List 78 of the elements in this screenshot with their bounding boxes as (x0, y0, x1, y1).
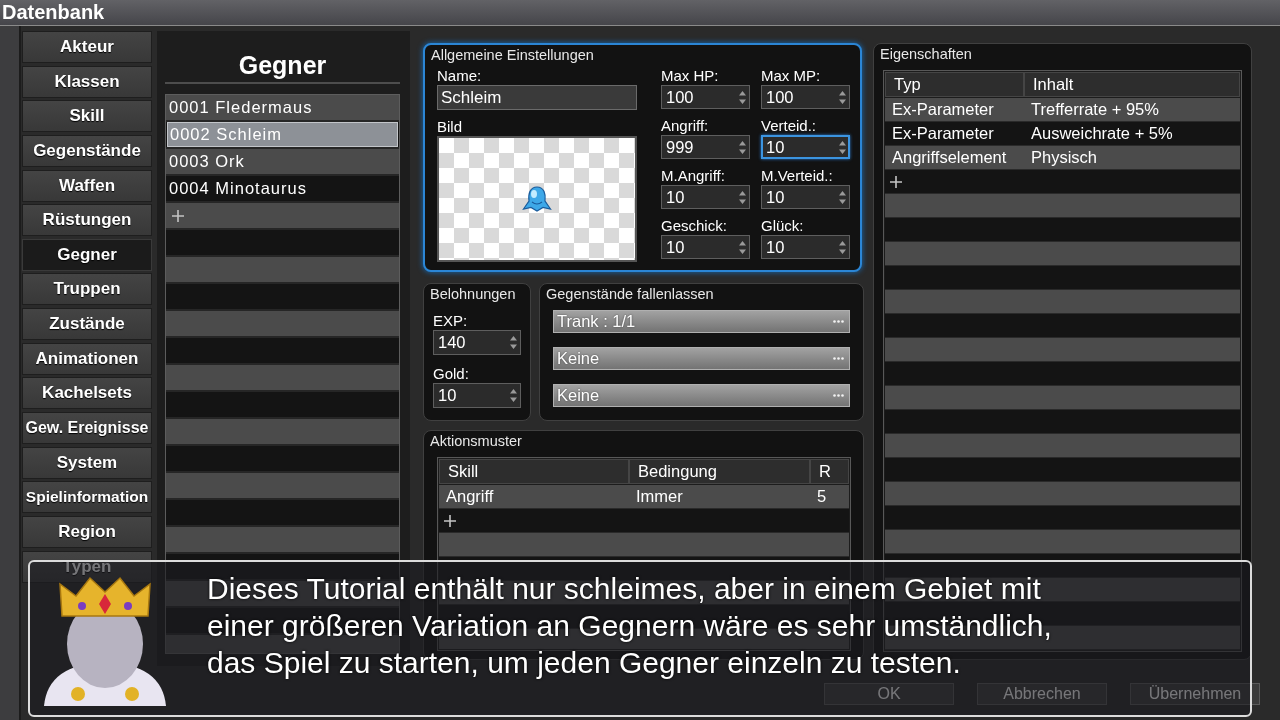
category-button[interactable]: Gew. Ereignisse (22, 412, 152, 445)
plus-icon (444, 514, 456, 527)
field-label: Gold: (433, 366, 469, 382)
column-header: R (810, 459, 849, 484)
table-cell-text: Physisch (1030, 147, 1099, 168)
spinner-arrows-icon (510, 336, 517, 349)
field-label: Name: (437, 68, 482, 84)
field-label: EXP: (433, 313, 468, 329)
spinner-arrows-icon (510, 389, 517, 402)
field-label: Max MP: (761, 68, 821, 84)
number-field[interactable]: 140 (433, 330, 521, 355)
category-button[interactable]: Kachelsets (22, 377, 152, 410)
message-text: Dieses Tutorial enthält nur schleimes, aber in einem Gebiet mit einer größeren Variation an Gegnern wäre es sehr umständlich, das Spiel zu starten, um jeden Gegner einzeln zu testen. (207, 571, 1052, 681)
category-button[interactable]: Zustände (22, 308, 152, 341)
image-preview[interactable] (437, 136, 637, 262)
table-cell-text: Ex-Parameter (891, 123, 995, 144)
field-label: Max HP: (661, 68, 719, 84)
category-button[interactable]: Rüstungen (22, 204, 152, 237)
table-cell-text: Immer (635, 486, 684, 507)
window-title: Datenbank (2, 1, 105, 24)
spinner-arrows-icon (739, 190, 746, 204)
field-label: M.Verteid.: (761, 168, 833, 184)
field-label: M.Angriff: (661, 168, 725, 184)
field-label: Geschick: (661, 218, 727, 234)
plus-icon (172, 209, 184, 222)
number-field[interactable]: 999 (661, 135, 750, 159)
panel-title: Belohnungen (429, 285, 516, 302)
category-button[interactable]: Klassen (22, 65, 152, 98)
spinner-arrows-icon (839, 140, 846, 154)
column-header: Skill (439, 459, 629, 484)
spinner-arrows-icon (739, 90, 746, 104)
panel-title: Allgemeine Einstellungen (430, 46, 594, 63)
category-button[interactable]: Skill (22, 100, 152, 133)
category-button[interactable]: Animationen (22, 342, 152, 375)
column-header: Bedingung (629, 459, 810, 484)
category-button[interactable]: Spielinformation (22, 481, 152, 514)
field-label: Glück: (761, 218, 804, 234)
list-heading: Gegner (238, 51, 327, 79)
table-cell-text: Ausweichrate + 5% (1030, 123, 1174, 144)
ellipsis-icon (833, 357, 844, 360)
field-label: Verteid.: (761, 118, 817, 134)
number-field[interactable]: 10 (433, 383, 521, 408)
category-button[interactable]: System (22, 446, 152, 479)
number-field[interactable]: 10 (761, 185, 850, 209)
category-button[interactable]: Akteur (22, 31, 152, 63)
plus-icon (890, 175, 902, 188)
category-button[interactable]: Waffen (22, 169, 152, 202)
spinner-arrows-icon (839, 190, 846, 204)
column-header: Typ (885, 72, 1024, 97)
spinner-arrows-icon (839, 90, 846, 104)
field-label: Bild (437, 119, 462, 135)
number-field[interactable]: 100 (661, 85, 750, 109)
column-header: Inhalt (1024, 72, 1240, 97)
category-button[interactable]: Region (22, 515, 152, 548)
number-field[interactable]: 10 (761, 135, 850, 159)
name-field[interactable]: Schleim (437, 85, 637, 110)
spinner-arrows-icon (739, 240, 746, 254)
field-label: Angriff: (661, 118, 709, 134)
category-button[interactable]: Gegner (22, 238, 152, 271)
table-cell-text: 5 (816, 486, 828, 507)
category-button[interactable]: Gegenstände (22, 134, 152, 167)
number-field[interactable]: 10 (761, 235, 850, 259)
category-button[interactable]: Truppen (22, 273, 152, 306)
panel-title: Gegenstände fallenlassen (545, 285, 714, 302)
table-cell-text: Angriff (445, 486, 495, 507)
blob-icon (522, 186, 552, 212)
table-cell-text: Trefferrate + 95% (1030, 99, 1160, 120)
number-field[interactable]: 100 (761, 85, 850, 109)
number-field[interactable]: 10 (661, 185, 750, 209)
ellipsis-icon (833, 394, 844, 397)
ellipsis-icon (833, 320, 844, 323)
spinner-arrows-icon (739, 140, 746, 154)
table-cell-text: Ex-Parameter (891, 99, 995, 120)
panel-title: Eigenschaften (879, 45, 972, 62)
spinner-arrows-icon (839, 240, 846, 254)
panel-title: Aktionsmuster (429, 432, 522, 449)
number-field[interactable]: 10 (661, 235, 750, 259)
table-cell-text: Angriffselement (891, 147, 1008, 168)
